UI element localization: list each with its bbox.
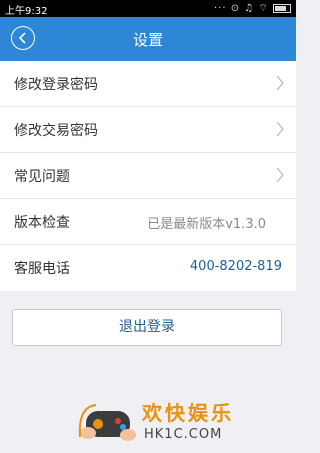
settings-item-faq[interactable]: 常见问题: [0, 153, 296, 199]
chevron-right-icon: [276, 167, 284, 183]
chevron-right-icon: [276, 75, 284, 91]
settings-item-label: 客服电话: [14, 261, 70, 277]
service-phone-link[interactable]: 400-8202-819: [190, 259, 282, 274]
nav-bar: 设置: [0, 17, 296, 61]
settings-item-label: 版本检查: [14, 215, 70, 231]
settings-item-change-trade-password[interactable]: 修改交易密码: [0, 107, 296, 153]
status-time: 上午9:32: [5, 6, 48, 17]
settings-list: 修改登录密码 修改交易密码 常见问题 版本检查 已是最新版本v1.3.0 客服电…: [0, 61, 296, 291]
status-icons: ··· ⊙ ♫ ⌔: [214, 2, 291, 15]
page-title: 设置: [132, 31, 163, 49]
version-status: 已是最新版本v1.3.0: [147, 217, 266, 232]
settings-item-label: 修改登录密码: [14, 77, 98, 93]
logout-button[interactable]: 退出登录: [12, 309, 282, 346]
watermark-cn-text: 欢快娱乐: [142, 401, 234, 425]
battery-icon: [273, 3, 291, 13]
watermark-en-text: HK1C.COM: [144, 427, 223, 442]
watermark: 欢快娱乐 HK1C.COM: [76, 395, 236, 451]
game-controller-logo: [78, 404, 136, 441]
status-icons-text: ··· ⊙ ♫ ⌔: [213, 3, 269, 14]
settings-item-change-login-password[interactable]: 修改登录密码: [0, 61, 296, 107]
settings-item-label: 常见问题: [14, 169, 70, 185]
settings-item-label: 修改交易密码: [14, 123, 98, 139]
status-bar: 上午9:32 ··· ⊙ ♫ ⌔: [0, 0, 296, 17]
settings-item-version-check[interactable]: 版本检查 已是最新版本v1.3.0: [0, 199, 296, 245]
chevron-right-icon: [276, 121, 284, 137]
settings-item-customer-service[interactable]: 客服电话 400-8202-819: [0, 245, 296, 291]
